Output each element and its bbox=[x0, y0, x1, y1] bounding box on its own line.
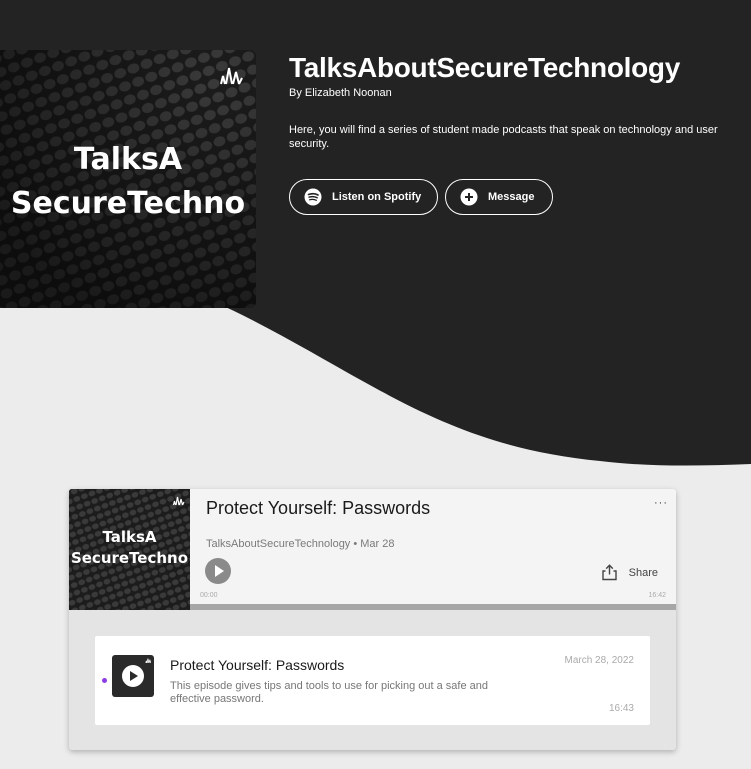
podcast-cover-art: TalksA SecureTechno bbox=[0, 50, 256, 308]
episode-list-item[interactable]: Protect Yourself: Passwords This episode… bbox=[95, 636, 650, 725]
episode-meta: TalksAboutSecureTechnology • Mar 28 bbox=[206, 538, 395, 550]
message-button[interactable]: Message bbox=[445, 179, 553, 215]
anchor-logo-icon bbox=[220, 67, 243, 85]
episode-item-title[interactable]: Protect Yourself: Passwords bbox=[170, 657, 344, 673]
spotify-button-label: Listen on Spotify bbox=[332, 191, 422, 203]
cover-title-text: TalksA SecureTechno bbox=[0, 138, 256, 226]
message-button-label: Message bbox=[488, 191, 535, 203]
progress-bar[interactable] bbox=[190, 604, 676, 610]
play-icon bbox=[130, 671, 138, 681]
share-label: Share bbox=[628, 566, 658, 579]
thumbnail-text-line2: SecureTechno bbox=[70, 549, 189, 567]
episode-item-date: March 28, 2022 bbox=[564, 655, 635, 666]
podcast-author: By Elizabeth Noonan bbox=[289, 87, 392, 99]
play-icon bbox=[215, 565, 224, 577]
podcast-title: TalksAboutSecureTechnology bbox=[289, 52, 681, 83]
episode-item-duration: 16:43 bbox=[608, 703, 634, 714]
play-button[interactable] bbox=[205, 558, 231, 584]
episode-player-card: TalksA SecureTechno Protect Yourself: Pa… bbox=[69, 489, 676, 750]
share-button[interactable]: Share bbox=[601, 564, 658, 581]
anchor-logo-icon bbox=[172, 496, 185, 506]
podcast-description: Here, you will find a series of student … bbox=[289, 124, 718, 150]
listen-on-spotify-button[interactable]: Listen on Spotify bbox=[289, 179, 438, 215]
plus-circle-icon bbox=[460, 188, 478, 206]
more-options-button[interactable]: ··· bbox=[654, 498, 668, 509]
cover-text-line2: SecureTechno bbox=[10, 186, 246, 221]
unplayed-dot bbox=[102, 678, 107, 683]
thumbnail-title-text: TalksA SecureTechno bbox=[69, 527, 190, 569]
thumbnail-text-line1: TalksA bbox=[102, 528, 157, 546]
episode-title: Protect Yourself: Passwords bbox=[206, 498, 431, 518]
spotify-icon bbox=[304, 188, 322, 206]
episode-thumbnail: TalksA SecureTechno bbox=[69, 489, 190, 610]
total-time: 16:42 bbox=[648, 592, 666, 599]
elapsed-time: 00:00 bbox=[200, 592, 218, 599]
anchor-logo-icon bbox=[145, 658, 152, 664]
episode-item-description: This episode gives tips and tools to use… bbox=[170, 680, 488, 705]
episode-item-thumbnail bbox=[112, 655, 154, 697]
episode-player: TalksA SecureTechno Protect Yourself: Pa… bbox=[69, 489, 676, 610]
share-icon bbox=[601, 564, 617, 581]
episode-item-play-button[interactable] bbox=[122, 665, 144, 687]
cover-text-line1: TalksA bbox=[73, 142, 183, 177]
